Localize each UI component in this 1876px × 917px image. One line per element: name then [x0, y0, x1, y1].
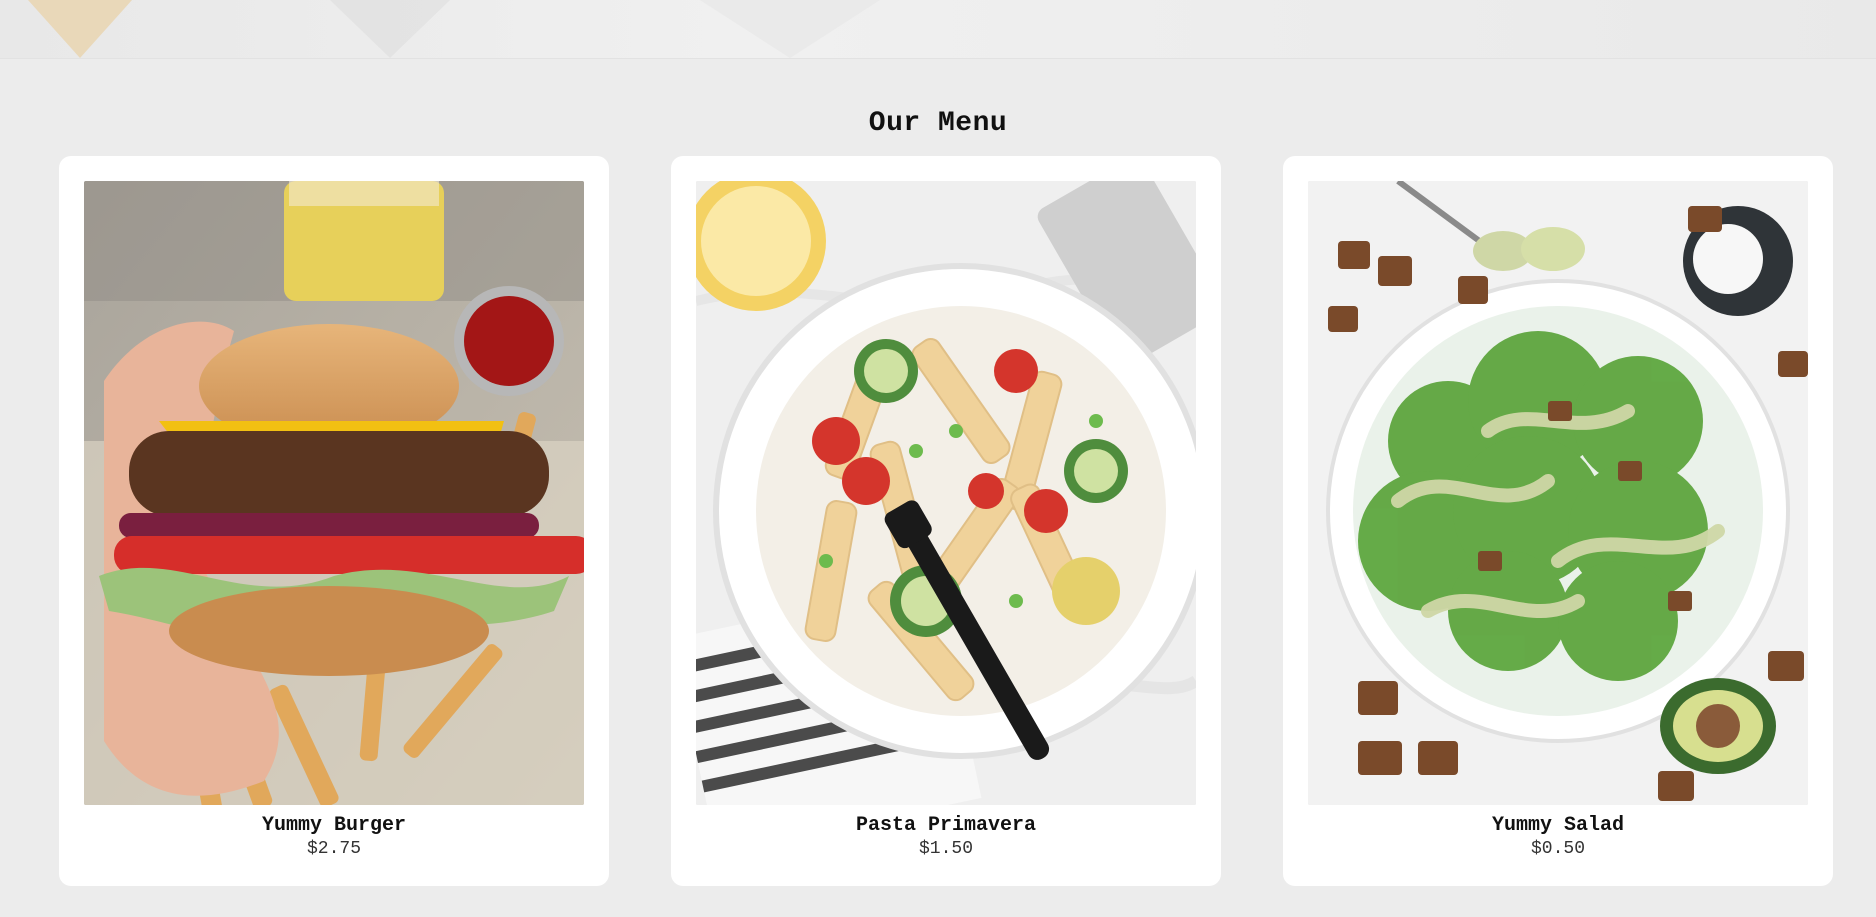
pasta-image[interactable]	[696, 181, 1196, 805]
page-title: Our Menu	[868, 108, 1008, 139]
menu-item-price: $1.50	[918, 839, 973, 859]
pasta-photo	[696, 181, 1196, 805]
menu-card[interactable]: Yummy Burger $2.75	[59, 156, 609, 886]
banner-decoration	[700, 0, 880, 58]
menu-item-name: Pasta Primavera	[855, 814, 1037, 837]
burger-photo	[84, 181, 584, 805]
banner-decoration	[330, 0, 450, 58]
burger-image[interactable]	[84, 181, 584, 805]
menu-item-name: Yummy Salad	[1491, 814, 1625, 837]
menu-card[interactable]: Yummy Salad $0.50	[1283, 156, 1833, 886]
salad-image[interactable]	[1308, 181, 1808, 805]
salad-photo	[1308, 181, 1808, 805]
menu-item-price: $0.50	[1530, 839, 1585, 859]
banner-decoration	[28, 0, 132, 58]
menu-grid: Yummy Burger $2.75 Pasta Primavera $1.50…	[59, 156, 1833, 886]
menu-item-name: Yummy Burger	[261, 814, 407, 837]
hero-banner-strip	[0, 0, 1876, 59]
menu-item-price: $2.75	[306, 839, 361, 859]
menu-card[interactable]: Pasta Primavera $1.50	[671, 156, 1221, 886]
